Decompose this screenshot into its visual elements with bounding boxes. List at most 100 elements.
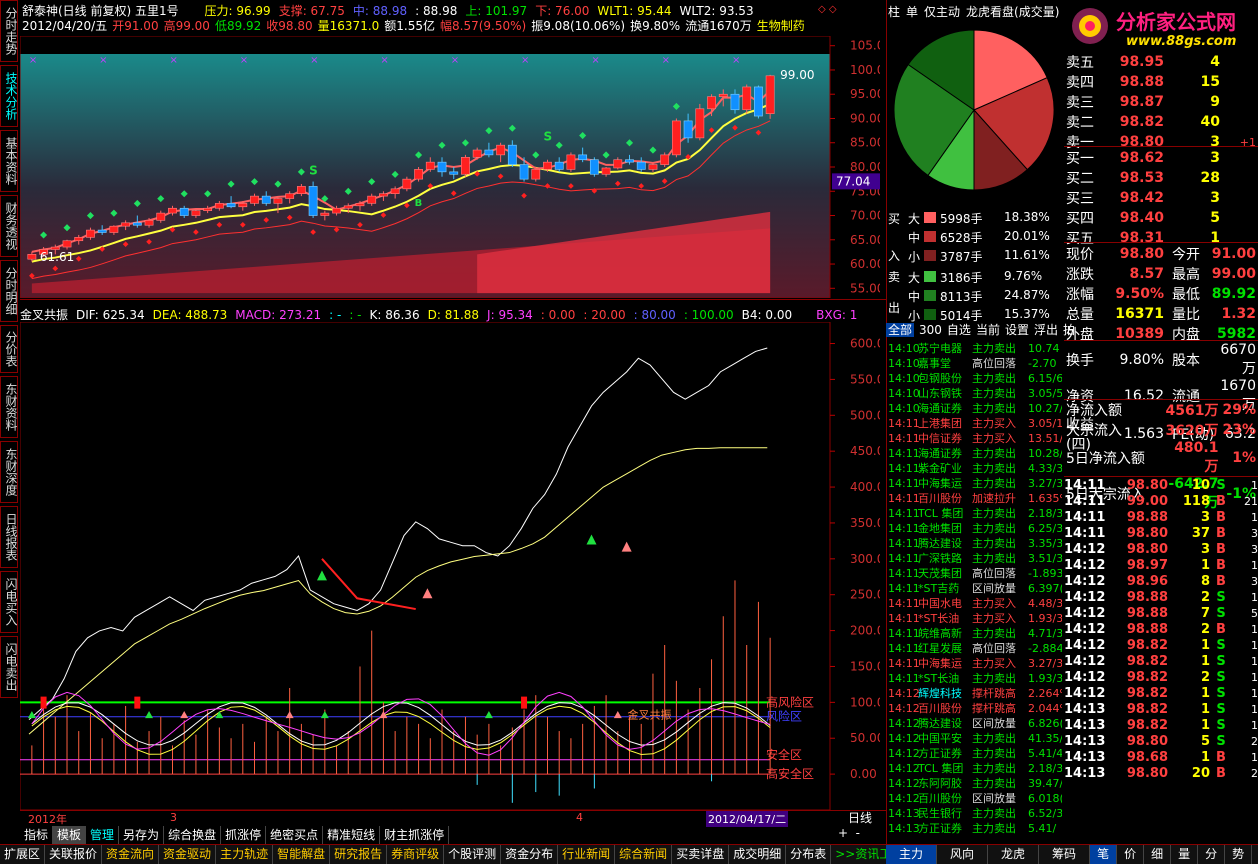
right-bottom-tab-0[interactable]: 主力 <box>886 845 938 864</box>
function-tab-9[interactable]: 资金分布 <box>501 845 559 864</box>
pie-tab-1[interactable]: 单 <box>906 5 918 19</box>
right-bottom-tab-10[interactable]: 指 <box>1252 845 1258 864</box>
quote-row: 买四 98.40 5 <box>1064 208 1258 228</box>
alert-row[interactable]: 14:11百川股份加速拉升 1.635% <box>888 491 1062 506</box>
alert-row[interactable]: 14:11*ST长油 主力卖出 1.93/3 <box>888 671 1062 686</box>
alert-row[interactable]: 14:11金地集团 主力卖出 6.25/3 <box>888 521 1062 536</box>
alert-row[interactable]: 14:11中海集运 主力买入 3.27/3 <box>888 656 1062 671</box>
indicator-tab-0[interactable]: 指标 <box>20 826 54 844</box>
function-tab-6[interactable]: 研究报告 <box>330 845 388 864</box>
alert-row[interactable]: 14:11*ST吉药 区间放量 6.397( <box>888 581 1062 596</box>
alert-row[interactable]: 14:11上港集团 主力买入 3.05/1 <box>888 416 1062 431</box>
right-bottom-tab-9[interactable]: 势 <box>1225 845 1253 864</box>
function-tab-5[interactable]: 智能解盘 <box>273 845 331 864</box>
left-tab-0[interactable]: 分时走势 <box>0 0 18 62</box>
price-chart[interactable]: 105.00100.0095.0090.0085.0080.0075.0070.… <box>20 36 880 298</box>
left-tab-1[interactable]: 技术分析 <box>0 65 18 127</box>
alert-row[interactable]: 14:11中海集运 主力卖出 3.27/3 <box>888 476 1062 491</box>
alert-row[interactable]: 14:11天茂集团 高位回落 -1.893 <box>888 566 1062 581</box>
function-tab-8[interactable]: 个股评测 <box>444 845 502 864</box>
right-bottom-tab-1[interactable]: 风向 <box>937 845 989 864</box>
indicator-tab-7[interactable]: 精准短线 <box>323 826 381 844</box>
alert-row[interactable]: 14:11红星发展 高位回落 -2.884 <box>888 641 1062 656</box>
left-tab-9[interactable]: 闪电买入 <box>0 571 18 633</box>
alert-row[interactable]: 14:12腾达建设 区间放量 6.826( <box>888 716 1062 731</box>
function-tab-12[interactable]: 买卖详盘 <box>672 845 730 864</box>
alert-row[interactable]: 14:10嘉事堂 高位回落 -2.70 <box>888 356 1062 371</box>
alert-row[interactable]: 14:10苏宁电器 主力卖出 10.74 <box>888 341 1062 356</box>
pie-tab-2[interactable]: 仅主动 <box>924 5 960 19</box>
indicator-tab-4[interactable]: 综合换盘 <box>164 826 222 844</box>
right-bottom-tab-8[interactable]: 分 <box>1198 845 1226 864</box>
period-label[interactable]: 日线 <box>848 809 872 826</box>
alert-row[interactable]: 14:11广深铁路 主力卖出 3.51/3 <box>888 551 1062 566</box>
zoom-controls[interactable]: + - <box>838 826 860 840</box>
pie-tab-3[interactable]: 龙虎看盘(成交量) <box>966 5 1059 19</box>
candle-body <box>425 161 435 170</box>
alert-row[interactable]: 14:12东阿阿胶 主力卖出 39.47/ <box>888 776 1062 791</box>
alert-row[interactable]: 14:12百川股份撑杆跳高 2.044% <box>888 701 1062 716</box>
left-tab-8[interactable]: 日线报表 <box>0 506 18 568</box>
left-tab-4[interactable]: 分时明细 <box>0 260 18 322</box>
tick-count: 1 <box>1251 591 1258 604</box>
left-tab-2[interactable]: 基本资料 <box>0 130 18 192</box>
function-tab-7[interactable]: 券商评级 <box>387 845 445 864</box>
function-tab-4[interactable]: 主力轨迹 <box>216 845 274 864</box>
function-tab-10[interactable]: 行业新闻 <box>558 845 616 864</box>
function-tab-3[interactable]: 资金驱动 <box>159 845 217 864</box>
function-tab-2[interactable]: 资金流向 <box>102 845 160 864</box>
alert-row[interactable]: 14:12中国平安 主力卖出 41.35/ <box>888 731 1062 746</box>
corner-diamond-icon[interactable]: ◇ ◇ <box>818 4 837 15</box>
news-tab-0[interactable]: 全部 <box>886 323 915 337</box>
indicator-tab-1[interactable]: 模板 <box>53 826 87 844</box>
news-tab-3[interactable]: 当前 <box>976 323 1000 337</box>
indicator-tab-5[interactable]: 抓涨停 <box>221 826 267 844</box>
alert-type: 主力卖出 <box>972 402 1016 415</box>
news-tab-2[interactable]: 自选 <box>947 323 971 337</box>
alert-row[interactable]: 14:11TCL 集团 主力卖出 2.18/3 <box>888 506 1062 521</box>
left-tab-3[interactable]: 财务透视 <box>0 195 18 257</box>
news-tab-5[interactable]: 浮出 <box>1034 323 1058 337</box>
alert-row[interactable]: 14:12TCL 集团 主力卖出 2.18/3 <box>888 761 1062 776</box>
alert-row[interactable]: 14:11紫金矿业 主力卖出 4.33/3 <box>888 461 1062 476</box>
left-tab-10[interactable]: 闪电卖出 <box>0 636 18 698</box>
indicator-tab-8[interactable]: 财主抓涨停 <box>380 826 450 844</box>
alert-row[interactable]: 14:13方正证券 主力卖出 5.41/ <box>888 821 1062 836</box>
function-tab-14[interactable]: 分布表 <box>786 845 832 864</box>
function-tab-13[interactable]: 成交明细 <box>729 845 787 864</box>
right-bottom-tab-7[interactable]: 量 <box>1171 845 1199 864</box>
left-tab-5[interactable]: 分价表 <box>0 325 18 373</box>
left-tab-7[interactable]: 东财深度 <box>0 441 18 503</box>
indicator-tab-6[interactable]: 绝密买点 <box>266 826 324 844</box>
function-tab-1[interactable]: 关联报价 <box>45 845 103 864</box>
function-tab-11[interactable]: 综合新闻 <box>615 845 673 864</box>
left-tab-6[interactable]: 东财资料 <box>0 376 18 438</box>
right-bottom-tab-5[interactable]: 价 <box>1117 845 1145 864</box>
alert-row[interactable]: 14:10山东钢铁 主力卖出 3.05/5 <box>888 386 1062 401</box>
right-bottom-tab-4[interactable]: 笔 <box>1090 845 1118 864</box>
alert-row[interactable]: 14:10包钢股份 主力卖出 6.15/6 <box>888 371 1062 386</box>
right-bottom-tab-3[interactable]: 筹码 <box>1039 845 1091 864</box>
pie-tab-0[interactable]: 柱 <box>888 5 900 19</box>
right-bottom-tab-6[interactable]: 细 <box>1144 845 1172 864</box>
alert-row[interactable]: 14:11*ST长油 主力买入 1.93/3 <box>888 611 1062 626</box>
alert-row[interactable]: 14:10海通证券 主力卖出 10.27/ <box>888 401 1062 416</box>
alert-row[interactable]: 14:13民生银行 主力卖出 6.52/3 <box>888 806 1062 821</box>
alert-row[interactable]: 14:11腾达建设 主力卖出 3.35/3 <box>888 536 1062 551</box>
indicator-tab-2[interactable]: 管理 <box>86 826 120 844</box>
alert-row[interactable]: 14:11皖维高新 主力卖出 4.71/3 <box>888 626 1062 641</box>
alert-row[interactable]: 14:11中信证券 主力买入 13.51/ <box>888 431 1062 446</box>
alert-row[interactable]: 14:12辉煌科技撑杆跳高 2.264% <box>888 686 1062 701</box>
alert-row[interactable]: 14:12百川股份 区间放量 6.018( <box>888 791 1062 806</box>
indicator-chart[interactable]: 600.00 550.00 500.00 450.00 400.00 350.00 300.… <box>20 322 880 810</box>
indicator-tab-3[interactable]: 另存为 <box>119 826 165 844</box>
alert-row[interactable]: 14:12方正证券 主力卖出 5.41/4 <box>888 746 1062 761</box>
news-tab-4[interactable]: 设置 <box>1005 323 1029 337</box>
alert-time: 14:11 <box>888 507 920 520</box>
news-tab-1[interactable]: 300 <box>919 323 942 337</box>
right-bottom-tab-2[interactable]: 龙虎 <box>988 845 1040 864</box>
price-axis-label: 105.00 <box>850 39 880 53</box>
function-tab-0[interactable]: 扩展区 <box>0 845 46 864</box>
alert-row[interactable]: 14:11海通证券 主力卖出 10.28/ <box>888 446 1062 461</box>
alert-row[interactable]: 14:11中国水电 主力买入 4.48/3 <box>888 596 1062 611</box>
